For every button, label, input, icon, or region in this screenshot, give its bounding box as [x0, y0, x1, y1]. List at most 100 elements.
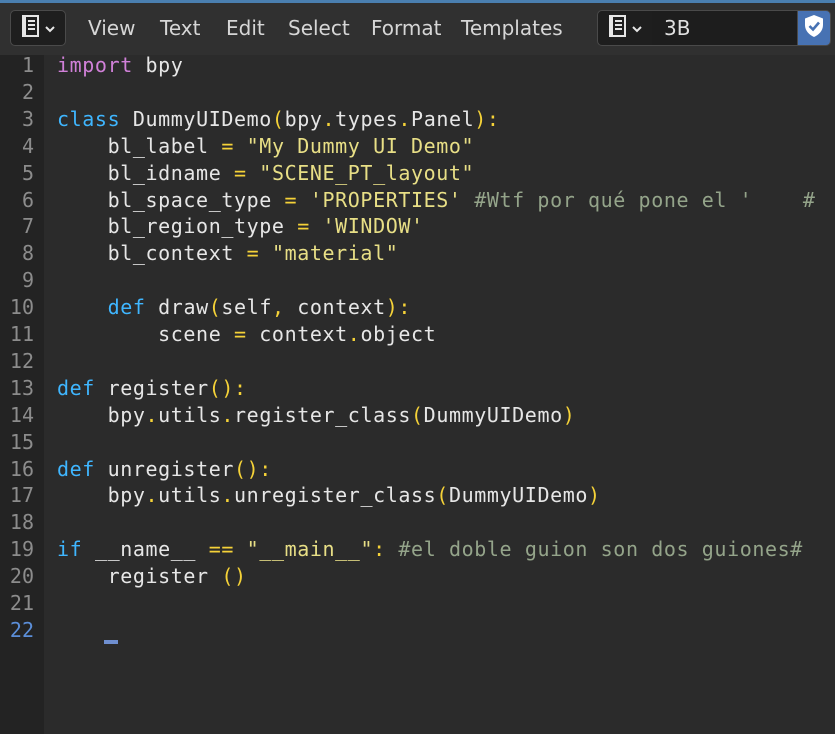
code-token: ):: [385, 295, 412, 320]
code-token: "SCENE_PT_layout": [259, 160, 475, 185]
line-number: 7: [21, 214, 34, 239]
code-token: register: [57, 564, 222, 589]
code-token: (: [411, 402, 424, 427]
line-number: 3: [21, 106, 34, 131]
editor-type-selector[interactable]: [10, 10, 66, 46]
line-number: 13: [9, 375, 34, 400]
line-number: 5: [21, 160, 34, 185]
code-token: scene: [57, 322, 234, 346]
code-line: bl_idname = "SCENE_PT_layout": [57, 160, 474, 187]
text-cursor: [104, 640, 118, 644]
code-token: (: [271, 106, 285, 131]
code-token: ):: [474, 106, 500, 131]
line-number: 14: [9, 402, 34, 427]
menu-templates[interactable]: Templates: [461, 15, 563, 41]
code-token: bpy: [57, 402, 146, 427]
line-number: 11: [9, 322, 34, 346]
code-token: object: [360, 322, 437, 346]
code-line: scene = context.object: [57, 321, 436, 348]
chevron-down-icon: [44, 19, 56, 38]
code-line: bl_label = "My Dummy UI Demo": [57, 133, 474, 160]
line-number: 15: [9, 429, 34, 454]
code-line: bl_context = "material": [57, 240, 398, 267]
code-token: =: [246, 241, 260, 266]
code-token: (: [436, 483, 449, 508]
code-token: bpy: [132, 53, 184, 77]
code-token: #el doble guion son dos guiones#: [398, 537, 803, 562]
code-token: bl_idname: [57, 160, 234, 185]
code-line: if __name__ == "__main__": #el doble gui…: [57, 536, 803, 563]
text-datablock-browser[interactable]: [597, 10, 653, 46]
code-token: DummyUIDemo: [423, 402, 563, 427]
code-token: #Wtf por qué pone el ' #: [474, 187, 816, 212]
code-line: bl_space_type = 'PROPERTIES' #Wtf por qu…: [57, 187, 816, 214]
fake-user-toggle[interactable]: [797, 10, 831, 46]
code-token: bpy: [57, 483, 146, 508]
code-token: bl_label: [57, 133, 222, 158]
code-token: utils: [158, 402, 222, 427]
code-token: .: [221, 483, 235, 508]
code-token: context: [284, 295, 386, 320]
code-token: if: [57, 537, 83, 562]
code-token: "material": [271, 241, 399, 266]
line-number: 9: [21, 268, 34, 293]
code-token: import: [57, 53, 133, 77]
shield-check-icon: [802, 13, 826, 43]
chevron-down-icon: [631, 19, 643, 38]
code-line: bl_region_type = 'WINDOW': [57, 213, 424, 240]
code-token: class: [57, 106, 121, 131]
menu-text[interactable]: Text: [160, 15, 200, 41]
code-token: =: [284, 187, 298, 212]
code-token: __name__: [82, 537, 209, 562]
menu-select[interactable]: Select: [288, 15, 350, 41]
code-line: bpy.utils.register_class(DummyUIDemo): [57, 402, 575, 429]
code-token: bpy: [284, 106, 323, 131]
code-token: =: [221, 133, 234, 158]
code-token: def: [57, 375, 95, 400]
code-line: def draw(self, context):: [57, 294, 411, 321]
text-datablock-icon: [607, 14, 629, 42]
line-number: 4: [21, 133, 34, 158]
code-line: register (): [57, 563, 247, 590]
menu-edit[interactable]: Edit: [226, 15, 265, 41]
line-number: 21: [9, 591, 34, 615]
line-number: 2: [21, 79, 34, 104]
line-number: 8: [21, 241, 34, 266]
code-token: .: [145, 483, 159, 508]
code-token: 'WINDOW': [322, 214, 424, 239]
code-token: def: [107, 295, 146, 320]
code-token: (): [221, 564, 247, 589]
text-name-field[interactable]: 3B: [652, 10, 798, 46]
code-token: ,: [271, 295, 285, 320]
code-token: bl_context: [57, 241, 247, 266]
code-token: :: [373, 537, 386, 562]
code-token: .: [347, 322, 361, 346]
line-number: 22: [9, 617, 34, 642]
code-token: utils: [158, 483, 222, 508]
code-token: draw: [145, 295, 209, 320]
code-token: =: [233, 322, 247, 346]
menu-view[interactable]: View: [88, 15, 135, 41]
code-token: DummyUIDemo: [448, 483, 589, 508]
menu-format[interactable]: Format: [371, 15, 441, 41]
line-number: 12: [9, 348, 34, 373]
line-number: 17: [9, 483, 34, 508]
line-number: 1: [21, 53, 34, 77]
code-line: def register():: [57, 375, 247, 402]
code-token: DummyUIDemo: [120, 106, 272, 131]
line-number: 20: [9, 564, 34, 589]
active-area-indicator: [0, 0, 835, 3]
code-token: "__main__": [246, 537, 374, 562]
code-token: ():: [208, 375, 247, 400]
code-token: .: [322, 106, 336, 131]
code-token: .: [145, 402, 159, 427]
